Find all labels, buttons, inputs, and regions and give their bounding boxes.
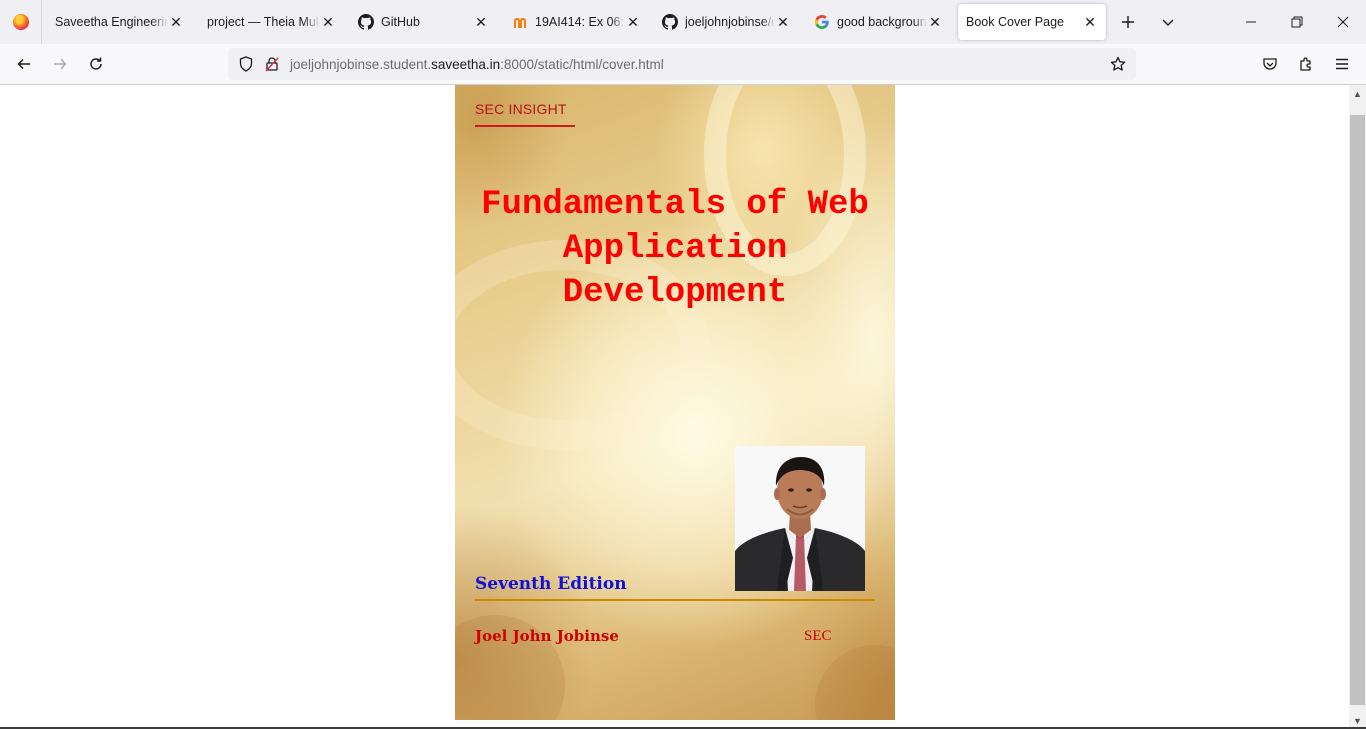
edition-label: Seventh Edition — [475, 574, 627, 594]
tab-github-repo[interactable]: joeljohnjobinse/cover ✕ — [654, 4, 799, 40]
publisher-name: SEC — [804, 628, 832, 644]
close-tab-icon[interactable]: ✕ — [927, 14, 943, 30]
tab-label: good background images — [837, 15, 927, 29]
list-tabs-chevron-icon[interactable] — [1150, 4, 1186, 40]
tab-saveetha[interactable]: Saveetha Engineering College ✕ — [47, 4, 192, 40]
brand-label: SEC INSIGHT — [475, 101, 567, 117]
url-domain: saveetha.in — [431, 56, 501, 72]
tab-strip: Saveetha Engineering College ✕ project —… — [0, 0, 1366, 44]
navigation-toolbar: joeljohnjobinse.student.saveetha.in:8000… — [0, 44, 1366, 85]
tab-label: GitHub — [381, 15, 420, 29]
url-suffix: :8000/static/html/cover.html — [500, 56, 664, 72]
tracking-protection-shield-icon[interactable] — [238, 56, 254, 72]
cover-texture — [455, 85, 895, 720]
scrollbar-thumb[interactable] — [1350, 115, 1365, 705]
new-tab-icon[interactable] — [1110, 4, 1146, 40]
author-name: Joel John Jobinse — [475, 627, 619, 645]
close-tab-icon[interactable]: ✕ — [1082, 14, 1098, 30]
author-photo — [735, 446, 865, 591]
moodle-icon — [512, 14, 528, 30]
pocket-icon[interactable] — [1254, 48, 1286, 80]
book-title: Fundamentals of Web Application Developm… — [481, 186, 869, 312]
reload-icon[interactable] — [80, 48, 112, 80]
tab-label: project — Theia Multi-Language — [207, 15, 320, 29]
tab-moodle[interactable]: 19AI414: Ex 06: Book Cover ✕ — [504, 4, 649, 40]
url-prefix: joeljohnjobinse.student. — [290, 56, 432, 72]
tab-theia[interactable]: project — Theia Multi-Language ✕ — [199, 4, 344, 40]
google-icon — [814, 14, 830, 30]
close-tab-icon[interactable]: ✕ — [625, 14, 641, 30]
tab-label: joeljohnjobinse/cover — [685, 15, 775, 29]
book-cover: SEC INSIGHT Fundamentals of Web Applicat… — [455, 85, 895, 720]
insecure-lock-icon[interactable] — [264, 56, 280, 72]
author-portrait-icon — [735, 446, 865, 591]
close-tab-icon[interactable]: ✕ — [473, 14, 489, 30]
hamburger-menu-icon[interactable] — [1326, 48, 1358, 80]
close-tab-icon[interactable]: ✕ — [320, 14, 336, 30]
github-icon — [662, 14, 678, 30]
tab-label: Saveetha Engineering College — [55, 15, 168, 29]
scroll-up-arrow-icon[interactable]: ▲ — [1349, 85, 1366, 102]
close-tab-icon[interactable]: ✕ — [775, 14, 791, 30]
forward-arrow-icon[interactable] — [44, 48, 76, 80]
tab-label: 19AI414: Ex 06: Book Cover — [535, 15, 625, 29]
github-icon — [358, 14, 374, 30]
vertical-scrollbar[interactable]: ▲ ▼ — [1349, 85, 1366, 729]
edition-divider — [475, 599, 875, 601]
brand-underline — [475, 125, 575, 127]
tab-github[interactable]: GitHub ✕ — [350, 4, 497, 40]
url-text[interactable]: joeljohnjobinse.student.saveetha.in:8000… — [290, 57, 664, 72]
close-window-icon[interactable] — [1320, 0, 1366, 44]
back-arrow-icon[interactable] — [8, 48, 40, 80]
tab-book-cover[interactable]: Book Cover Page ✕ — [958, 4, 1106, 40]
extensions-puzzle-icon[interactable] — [1290, 48, 1322, 80]
tab-google[interactable]: good background images ✕ — [806, 4, 951, 40]
page-viewport: SEC INSIGHT Fundamentals of Web Applicat… — [0, 85, 1366, 729]
close-tab-icon[interactable]: ✕ — [168, 14, 184, 30]
tab-label: Book Cover Page — [966, 15, 1064, 29]
minimize-icon[interactable] — [1228, 0, 1274, 44]
bookmark-star-icon[interactable] — [1106, 52, 1130, 76]
address-bar[interactable]: joeljohnjobinse.student.saveetha.in:8000… — [228, 48, 1136, 80]
firefox-menu-icon[interactable] — [0, 0, 42, 44]
restore-icon[interactable] — [1274, 0, 1320, 44]
